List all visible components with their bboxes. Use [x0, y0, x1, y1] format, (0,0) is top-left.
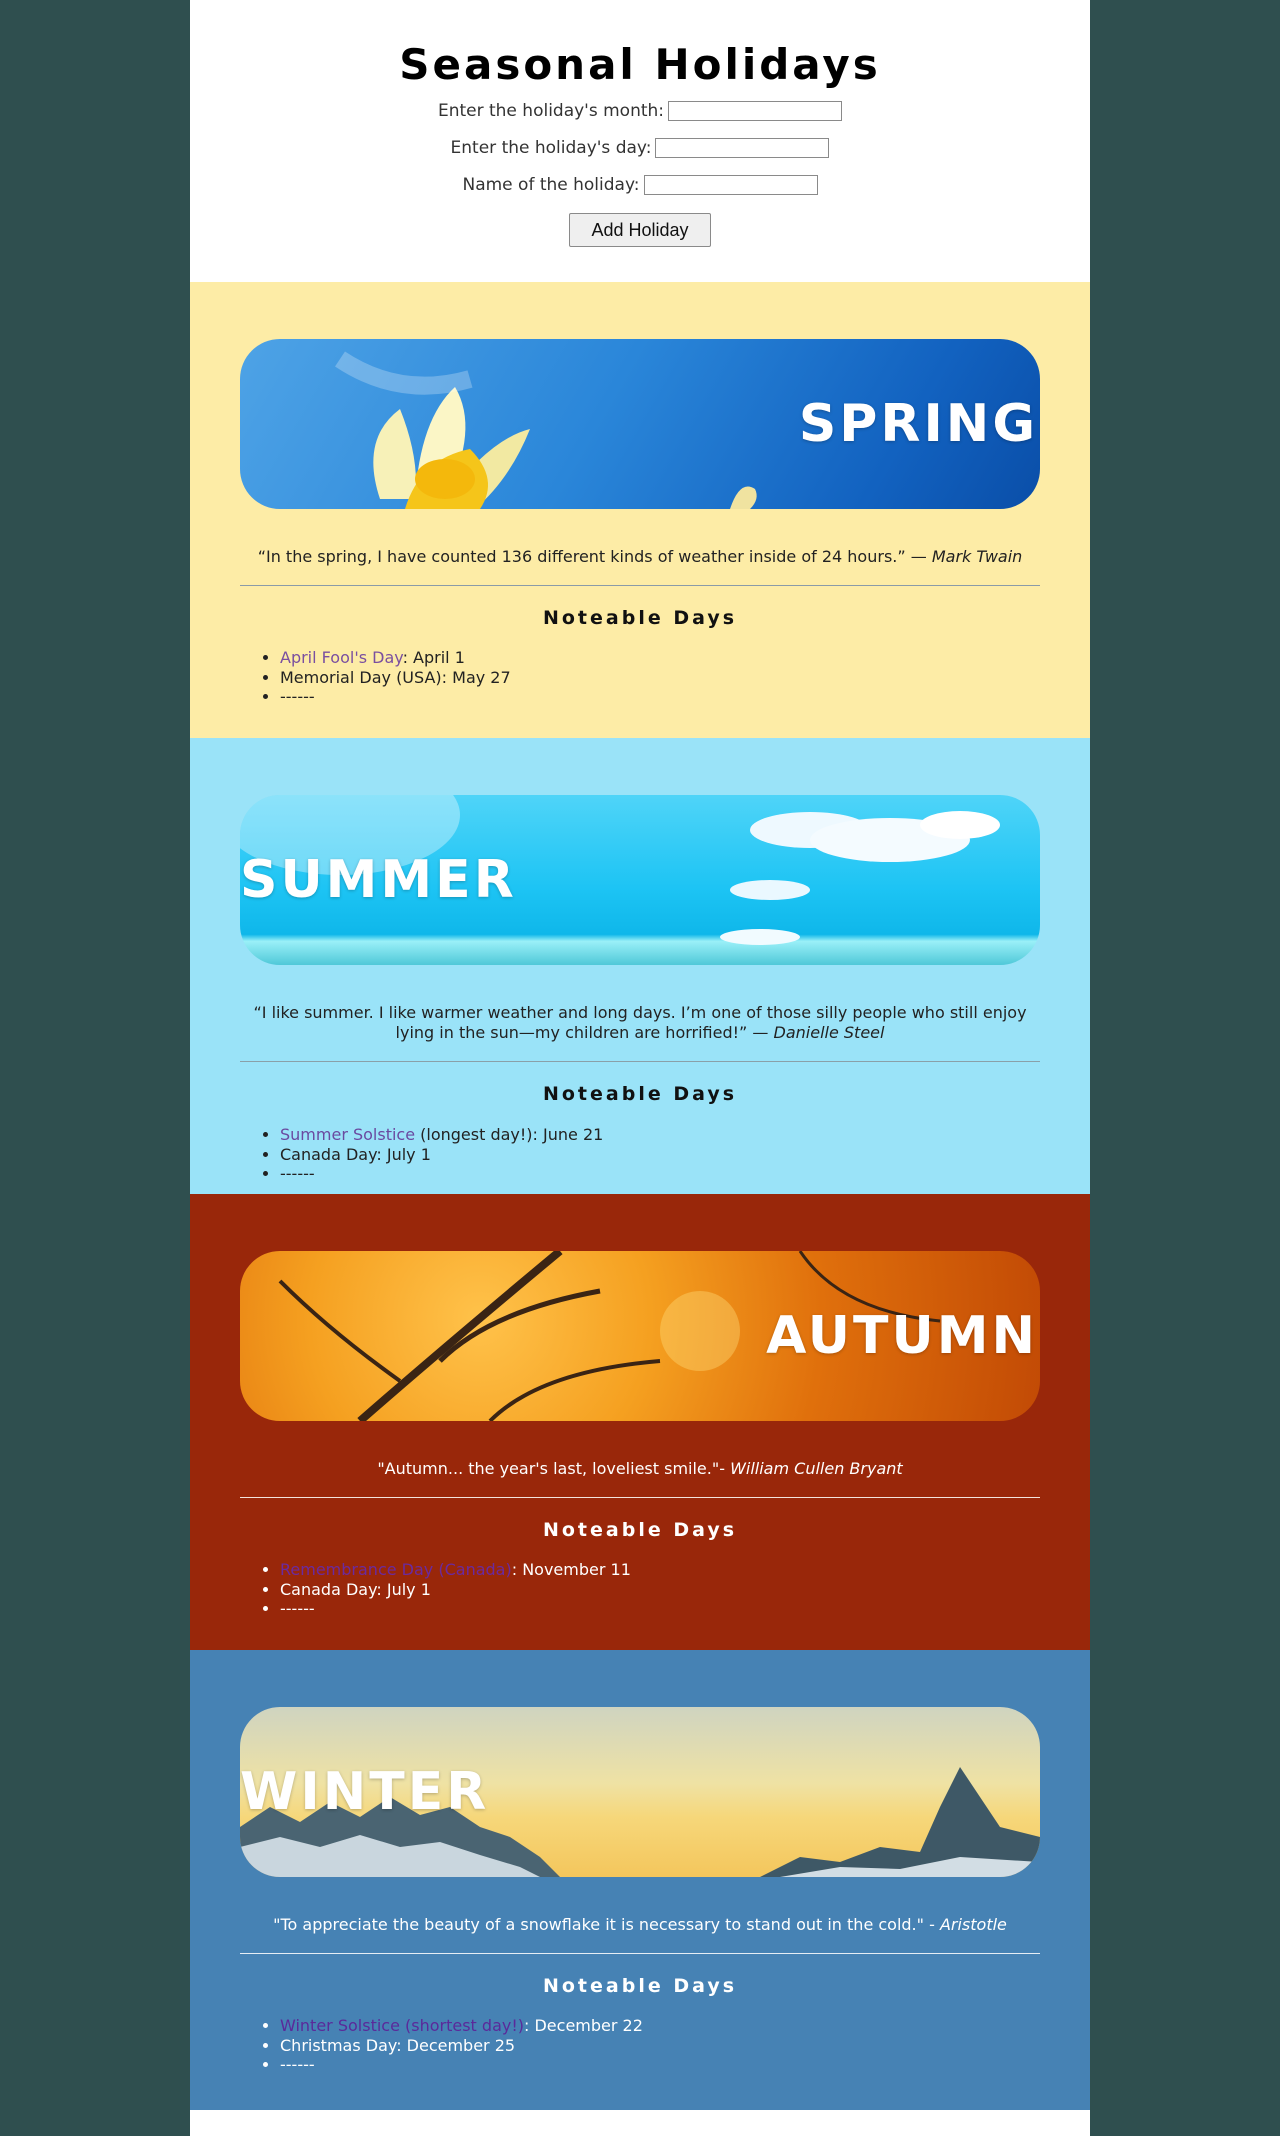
- winter-days-list: Winter Solstice (shortest day!): Decembe…: [240, 2016, 643, 2075]
- autumn-banner: AUTUMN: [240, 1251, 1040, 1421]
- autumn-quote: "Autumn... the year's last, loveliest sm…: [240, 1459, 1040, 1479]
- list-item-text: ------: [280, 1599, 315, 1618]
- holiday-name-input[interactable]: [643, 174, 818, 195]
- list-item: ------: [280, 687, 511, 707]
- list-item-text: : April 1: [402, 648, 465, 667]
- autumn-quote-author: William Cullen Bryant: [730, 1459, 903, 1478]
- winter-title: WINTER: [240, 1762, 490, 1822]
- list-item: Summer Solstice (longest day!): June 21: [280, 1125, 603, 1145]
- day-input[interactable]: [655, 137, 830, 158]
- summer-quote-text: “I like summer. I like warmer weather an…: [253, 1003, 1027, 1042]
- list-item: Canada Day: July 1: [280, 1145, 603, 1165]
- summer-days-title: Noteable Days: [542, 1083, 738, 1105]
- list-item: Memorial Day (USA): May 27: [280, 668, 511, 688]
- summer-divider: [240, 1061, 1040, 1062]
- list-item-text: (longest day!): June 21: [415, 1125, 604, 1144]
- autumn-divider: [240, 1497, 1040, 1498]
- list-item: ------: [280, 1599, 631, 1619]
- list-item-text: Memorial Day (USA): May 27: [280, 667, 511, 687]
- winter-divider: [240, 1953, 1040, 1954]
- list-item-text: Canada Day: July 1: [280, 1579, 431, 1599]
- summer-holiday-link[interactable]: Summer Solstice: [280, 1125, 415, 1144]
- season-summer: SUMMER “I like summer. I like warmer wea…: [190, 738, 1090, 1194]
- spring-quote: “In the spring, I have counted 136 diffe…: [240, 547, 1040, 567]
- season-spring: SPRING “In the spring, I have counted 13…: [190, 282, 1090, 738]
- list-item: ------: [280, 2055, 643, 2075]
- list-item: Canada Day: July 1: [280, 1580, 631, 1600]
- spring-banner: SPRING: [240, 339, 1040, 509]
- page-header: Seasonal Holidays Enter the holiday's mo…: [190, 0, 1090, 282]
- list-item-text: ------: [280, 1164, 315, 1183]
- summer-days-list: Summer Solstice (longest day!): June 21 …: [240, 1125, 603, 1184]
- list-item: Remembrance Day (Canada): November 11: [280, 1560, 631, 1580]
- list-item: Winter Solstice (shortest day!): Decembe…: [280, 2016, 643, 2036]
- season-winter: WINTER "To appreciate the beauty of a sn…: [190, 1650, 1090, 2110]
- list-item-text: : November 11: [511, 1560, 631, 1579]
- month-row: Enter the holiday's month:: [190, 92, 1090, 129]
- spring-quote-text: “In the spring, I have counted 136 diffe…: [257, 547, 932, 566]
- day-row: Enter the holiday's day:: [190, 129, 1090, 166]
- summer-quote: “I like summer. I like warmer weather an…: [240, 1003, 1040, 1043]
- list-item-text: Christmas Day: December 25: [280, 2035, 516, 2055]
- month-label: Enter the holiday's month:: [437, 100, 665, 121]
- spring-days-list: April Fool's Day: April 1 Memorial Day (…: [240, 648, 511, 707]
- summer-banner: SUMMER: [240, 795, 1040, 965]
- winter-quote: "To appreciate the beauty of a snowflake…: [240, 1915, 1040, 1935]
- autumn-days-list: Remembrance Day (Canada): November 11 Ca…: [240, 1560, 631, 1619]
- winter-quote-author: Aristotle: [939, 1915, 1007, 1934]
- list-item-text: ------: [280, 687, 315, 706]
- spring-quote-author: Mark Twain: [931, 547, 1023, 566]
- season-autumn: AUTUMN "Autumn... the year's last, lovel…: [190, 1194, 1090, 1650]
- winter-banner: WINTER: [240, 1707, 1040, 1877]
- list-item: April Fool's Day: April 1: [280, 648, 511, 668]
- autumn-quote-text: "Autumn... the year's last, loveliest sm…: [377, 1459, 731, 1478]
- spring-title: SPRING: [798, 394, 1038, 454]
- page-container: Seasonal Holidays Enter the holiday's mo…: [190, 0, 1090, 2136]
- list-item: ------: [280, 1164, 603, 1184]
- summer-quote-author: Danielle Steel: [773, 1023, 885, 1042]
- summer-title: SUMMER: [240, 850, 517, 910]
- list-item: Christmas Day: December 25: [280, 2036, 643, 2056]
- spring-holiday-link[interactable]: April Fool's Day: [280, 648, 403, 667]
- winter-quote-text: "To appreciate the beauty of a snowflake…: [273, 1915, 940, 1934]
- name-label: Name of the holiday:: [462, 174, 640, 195]
- list-item-text: Canada Day: July 1: [280, 1144, 431, 1164]
- spring-days-title: Noteable Days: [542, 607, 738, 629]
- add-holiday-button[interactable]: Add Holiday: [569, 213, 711, 247]
- name-row: Name of the holiday:: [190, 166, 1090, 203]
- month-input[interactable]: [668, 100, 843, 121]
- autumn-title: AUTUMN: [766, 1306, 1038, 1366]
- autumn-days-title: Noteable Days: [542, 1519, 738, 1541]
- winter-holiday-link[interactable]: Winter Solstice (shortest day!): [280, 2016, 524, 2035]
- day-label: Enter the holiday's day:: [450, 137, 652, 158]
- winter-days-title: Noteable Days: [542, 1975, 738, 1997]
- autumn-holiday-link[interactable]: Remembrance Day (Canada): [280, 1560, 512, 1579]
- spring-divider: [240, 585, 1040, 586]
- list-item-text: : December 22: [524, 2016, 643, 2035]
- list-item-text: ------: [280, 2055, 315, 2074]
- page-title: Seasonal Holidays: [399, 40, 881, 89]
